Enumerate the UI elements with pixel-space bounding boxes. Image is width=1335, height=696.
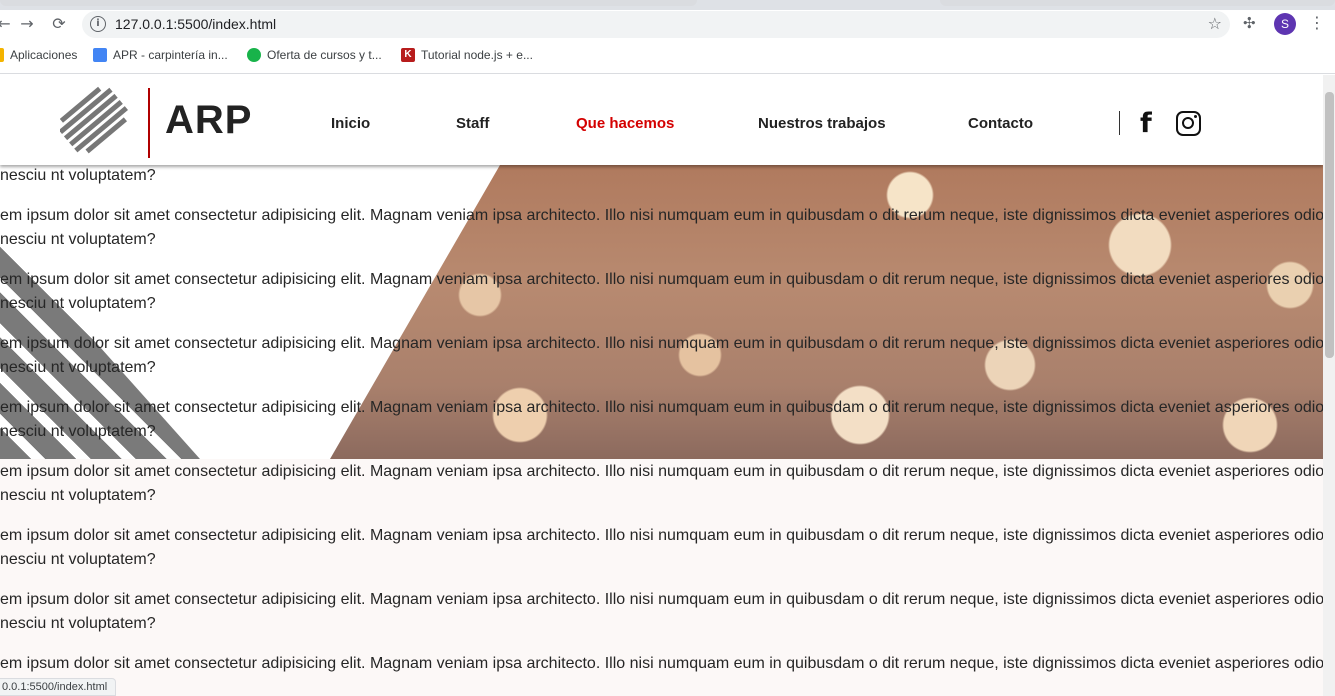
apps-grid-icon (0, 48, 4, 62)
bookmark-tutorial[interactable]: K Tutorial node.js + e... (401, 48, 533, 62)
paragraph-line: em ipsum dolor sit amet consectetur adip… (0, 335, 1323, 352)
scrollbar-thumb[interactable] (1325, 92, 1334, 358)
nav-inicio[interactable]: Inicio (331, 115, 370, 132)
nav-nuestros-trabajos[interactable]: Nuestros trabajos (758, 115, 886, 132)
k-site-icon: K (401, 48, 415, 62)
profile-avatar[interactable]: S (1274, 13, 1296, 35)
paragraph-line: nesciu nt voluptatem? (0, 551, 156, 568)
paragraph-line: ıtem? (0, 676, 1323, 696)
instagram-icon[interactable] (1176, 111, 1201, 136)
logo-divider (148, 88, 150, 158)
paragraph-line: em ipsum dolor sit amet consectetur adip… (0, 399, 1323, 416)
docs-icon (93, 48, 107, 62)
tab-background[interactable] (0, 0, 697, 6)
bookmark-label: APR - carpintería in... (113, 48, 228, 62)
bookmark-label: Tutorial node.js + e... (421, 48, 533, 62)
bookmark-label: Aplicaciones (10, 48, 78, 62)
bookmark-star-icon[interactable]: ☆ (1208, 14, 1222, 33)
course-site-icon (247, 48, 261, 62)
paragraph-line: em ipsum dolor sit amet consectetur adip… (0, 527, 1323, 544)
nav-staff[interactable]: Staff (456, 115, 489, 132)
paragraph-line: nesciu nt voluptatem? (0, 615, 156, 632)
status-url-bubble: 0.0.1:5500/index.html (0, 678, 117, 696)
forward-arrow-icon[interactable]: → (17, 14, 37, 34)
bookmark-apps[interactable]: Aplicaciones (0, 48, 77, 62)
paragraph-line: em ipsum dolor sit amet consectetur adip… (0, 655, 1323, 672)
paragraph-line: nesciu nt voluptatem? (0, 359, 156, 376)
paragraph-line: nesciu nt voluptatem? (0, 423, 156, 440)
site-header: ARP Inicio Staff Que hacemos Nuestros tr… (0, 75, 1323, 165)
back-arrow-icon[interactable]: ← (0, 14, 14, 34)
logo-mark-icon[interactable] (60, 83, 130, 161)
paragraph-line: nesciu nt voluptatem? (0, 295, 156, 312)
address-bar[interactable]: i 127.0.0.1:5500/index.html ☆ (82, 11, 1230, 38)
partial-paragraph: nesciu nt voluptatem? (0, 167, 156, 184)
paragraph-line: em ipsum dolor sit amet consectetur adip… (0, 271, 1323, 288)
web-page-viewport: nesciu nt voluptatem? em ipsum dolor sit… (0, 75, 1323, 696)
paragraph-line: em ipsum dolor sit amet consectetur adip… (0, 591, 1323, 608)
nav-contacto[interactable]: Contacto (968, 115, 1033, 132)
paragraph-line: em ipsum dolor sit amet consectetur adip… (0, 463, 1323, 480)
browser-menu-icon[interactable]: ⋮ (1309, 13, 1325, 32)
site-info-icon[interactable]: i (90, 16, 106, 32)
nav-que-hacemos[interactable]: Que hacemos (576, 115, 674, 132)
facebook-icon[interactable]: f (1140, 108, 1152, 139)
browser-tab-strip (0, 0, 1335, 10)
paragraph-line: nesciu nt voluptatem? (0, 231, 156, 248)
tab-background-right[interactable] (940, 0, 1335, 6)
reload-icon[interactable]: ⟳ (49, 14, 69, 34)
social-divider (1119, 111, 1120, 135)
site-logo-text[interactable]: ARP (165, 98, 252, 143)
paragraph-line: nesciu nt voluptatem? (0, 487, 156, 504)
paragraph-line: em ipsum dolor sit amet consectetur adip… (0, 207, 1323, 224)
bookmarks-bar: Aplicaciones APR - carpintería in... Ofe… (0, 38, 1335, 74)
bookmark-cursos[interactable]: Oferta de cursos y t... (247, 48, 382, 62)
url-text[interactable]: 127.0.0.1:5500/index.html (115, 16, 276, 32)
extensions-puzzle-icon[interactable]: ✣ (1243, 14, 1256, 32)
browser-toolbar: ← → ⟳ i 127.0.0.1:5500/index.html ☆ (0, 10, 1335, 38)
bookmark-apr[interactable]: APR - carpintería in... (93, 48, 228, 62)
bookmark-label: Oferta de cursos y t... (267, 48, 382, 62)
